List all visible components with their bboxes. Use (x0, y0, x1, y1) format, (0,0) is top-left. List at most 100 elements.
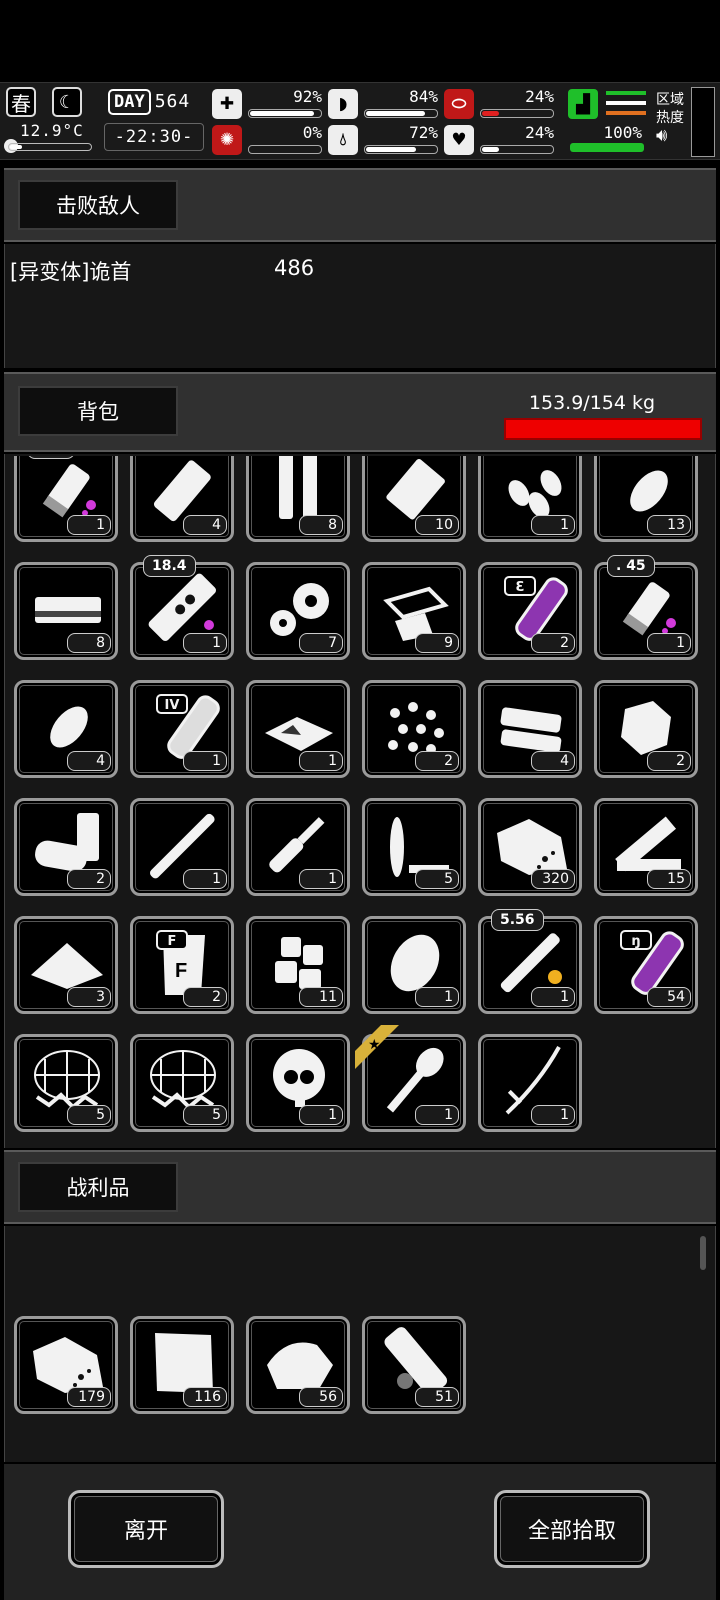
item-slot[interactable]: 320 (478, 798, 582, 896)
item-count: 2 (415, 751, 459, 771)
take-all-button[interactable]: 全部拾取 (494, 1490, 650, 1568)
item-slot[interactable]: 8 (246, 456, 350, 542)
zone-label: 区域 (656, 92, 684, 108)
temperature-readout: 12.9°C (20, 121, 84, 140)
loot-tab[interactable]: 战利品 (18, 1162, 178, 1212)
favorite-star-icon: ★ (355, 1025, 399, 1069)
item-slot[interactable]: 11 (246, 916, 350, 1014)
item-count: 1 (183, 633, 227, 653)
caliber-tag: . 45 (27, 456, 75, 459)
item-slot[interactable]: 5.56 1 (478, 909, 582, 1014)
stat-percent: 84% (409, 87, 438, 106)
item-count: 10 (415, 515, 459, 535)
item-slot[interactable]: 2 (14, 798, 118, 896)
item-slot[interactable]: . 45 1 (14, 456, 118, 542)
item-count: 116 (183, 1387, 227, 1407)
stat-bar (248, 145, 322, 154)
item-slot[interactable]: 3 (14, 916, 118, 1014)
item-slot[interactable]: 179 (14, 1316, 118, 1414)
item-count: 4 (67, 751, 111, 771)
svg-text:★: ★ (368, 1037, 381, 1053)
stat-bar (480, 145, 554, 154)
item-count: 1 (531, 515, 575, 535)
item-count: 3 (67, 987, 111, 1007)
item-count: 1 (183, 869, 227, 889)
item-slot[interactable]: 1 (246, 798, 350, 896)
item-slot[interactable]: 1 (246, 1034, 350, 1132)
svg-text:F: F (175, 960, 187, 982)
item-slot[interactable]: 1 (362, 916, 466, 1014)
stat-percent: 24% (525, 87, 554, 106)
item-slot[interactable]: 5 (130, 1034, 234, 1132)
item-slot[interactable]: 8 (14, 562, 118, 660)
item-count: 56 (299, 1387, 343, 1407)
item-slot[interactable]: 1 (130, 798, 234, 896)
stat-bar (364, 145, 438, 154)
item-slot[interactable]: 15 (594, 798, 698, 896)
item-slot[interactable]: Ɛ2 (478, 562, 582, 660)
item-count: 2 (67, 869, 111, 889)
item-slot[interactable]: . 45 1 (594, 555, 698, 660)
item-count: 1 (415, 987, 459, 1007)
item-count: 8 (299, 515, 343, 535)
enemy-value: 486 (274, 256, 315, 280)
item-slot[interactable]: 2 (362, 680, 466, 778)
item-slot[interactable]: 51 (362, 1316, 466, 1414)
item-slot[interactable]: 2 (594, 680, 698, 778)
item-slot[interactable]: 1 (246, 680, 350, 778)
stat-percent: 0% (302, 123, 322, 142)
item-slot[interactable]: 18.4 1 (130, 555, 234, 660)
water-drop-icon: 💧︎ (328, 125, 358, 155)
item-count: 1 (531, 1105, 575, 1125)
loot-header-bar: 战利品 (4, 1150, 716, 1224)
backpack-weight: 153.9/154 kg (528, 392, 656, 414)
loot-scrollbar[interactable] (700, 1236, 706, 1270)
caliber-tag: 5.56 (491, 909, 544, 931)
stat-hunger[interactable]: ◗ 84% (328, 87, 438, 123)
svg-text:IV: IV (165, 698, 180, 713)
stamina-bar (570, 143, 644, 152)
item-slot[interactable]: 13 (594, 456, 698, 542)
stat-health[interactable]: ✚ 92% (212, 87, 322, 123)
item-count: 2 (531, 633, 575, 653)
item-slot[interactable]: ŋ 54 (594, 916, 698, 1014)
item-slot[interactable]: 5 (362, 798, 466, 896)
item-slot[interactable]: FF 2 (130, 916, 234, 1014)
stamina-meter[interactable]: ▟ 100% (568, 87, 648, 155)
item-count: 179 (67, 1387, 111, 1407)
item-count: 13 (647, 515, 691, 535)
item-count: 5 (67, 1105, 111, 1125)
stat-percent: 24% (525, 123, 554, 142)
defeated-enemies-tab[interactable]: 击败敌人 (18, 180, 178, 230)
boot-icon: ▟ (568, 89, 598, 119)
game-clock: -22:30- (104, 123, 204, 151)
moon-icon[interactable]: ☾ (52, 87, 82, 117)
item-count: 4 (183, 515, 227, 535)
stat-infection[interactable]: ⬭ 24% (444, 87, 554, 123)
backpack-grid[interactable]: . 4514810113818.4179Ɛ2. 4514IV1124221153… (4, 456, 716, 1146)
item-slot[interactable]: 1 (478, 456, 582, 542)
stat-thirst[interactable]: 💧︎ 72% (328, 123, 438, 159)
zone-heat[interactable]: 区域 热度 🔊︎ (656, 91, 684, 145)
item-slot[interactable]: IV 1 (130, 680, 234, 778)
item-slot[interactable]: 1 (478, 1034, 582, 1132)
stat-mood[interactable]: ♥ 24% (444, 123, 554, 159)
item-slot[interactable]: 56 (246, 1316, 350, 1414)
enemy-name: [异变体]诡首 (10, 260, 132, 284)
item-slot[interactable]: 9 (362, 562, 466, 660)
item-count: 1 (67, 515, 111, 535)
item-slot[interactable]: 4 (14, 680, 118, 778)
item-slot[interactable]: 10 (362, 456, 466, 542)
item-slot[interactable]: 5 (14, 1034, 118, 1132)
stat-mental[interactable]: ✺ 0% (212, 123, 322, 159)
speaker-icon[interactable]: 🔊︎ (656, 127, 684, 145)
item-slot[interactable]: ★ 1 (355, 1025, 466, 1132)
item-slot[interactable]: 4 (130, 456, 234, 542)
item-slot[interactable]: 116 (130, 1316, 234, 1414)
item-slot[interactable]: 4 (478, 680, 582, 778)
backpack-tab[interactable]: 背包 (18, 386, 178, 436)
leave-button[interactable]: 离开 (68, 1490, 224, 1568)
season-indicator[interactable]: 春 (6, 87, 36, 117)
item-slot[interactable]: 7 (246, 562, 350, 660)
item-count: 5 (183, 1105, 227, 1125)
